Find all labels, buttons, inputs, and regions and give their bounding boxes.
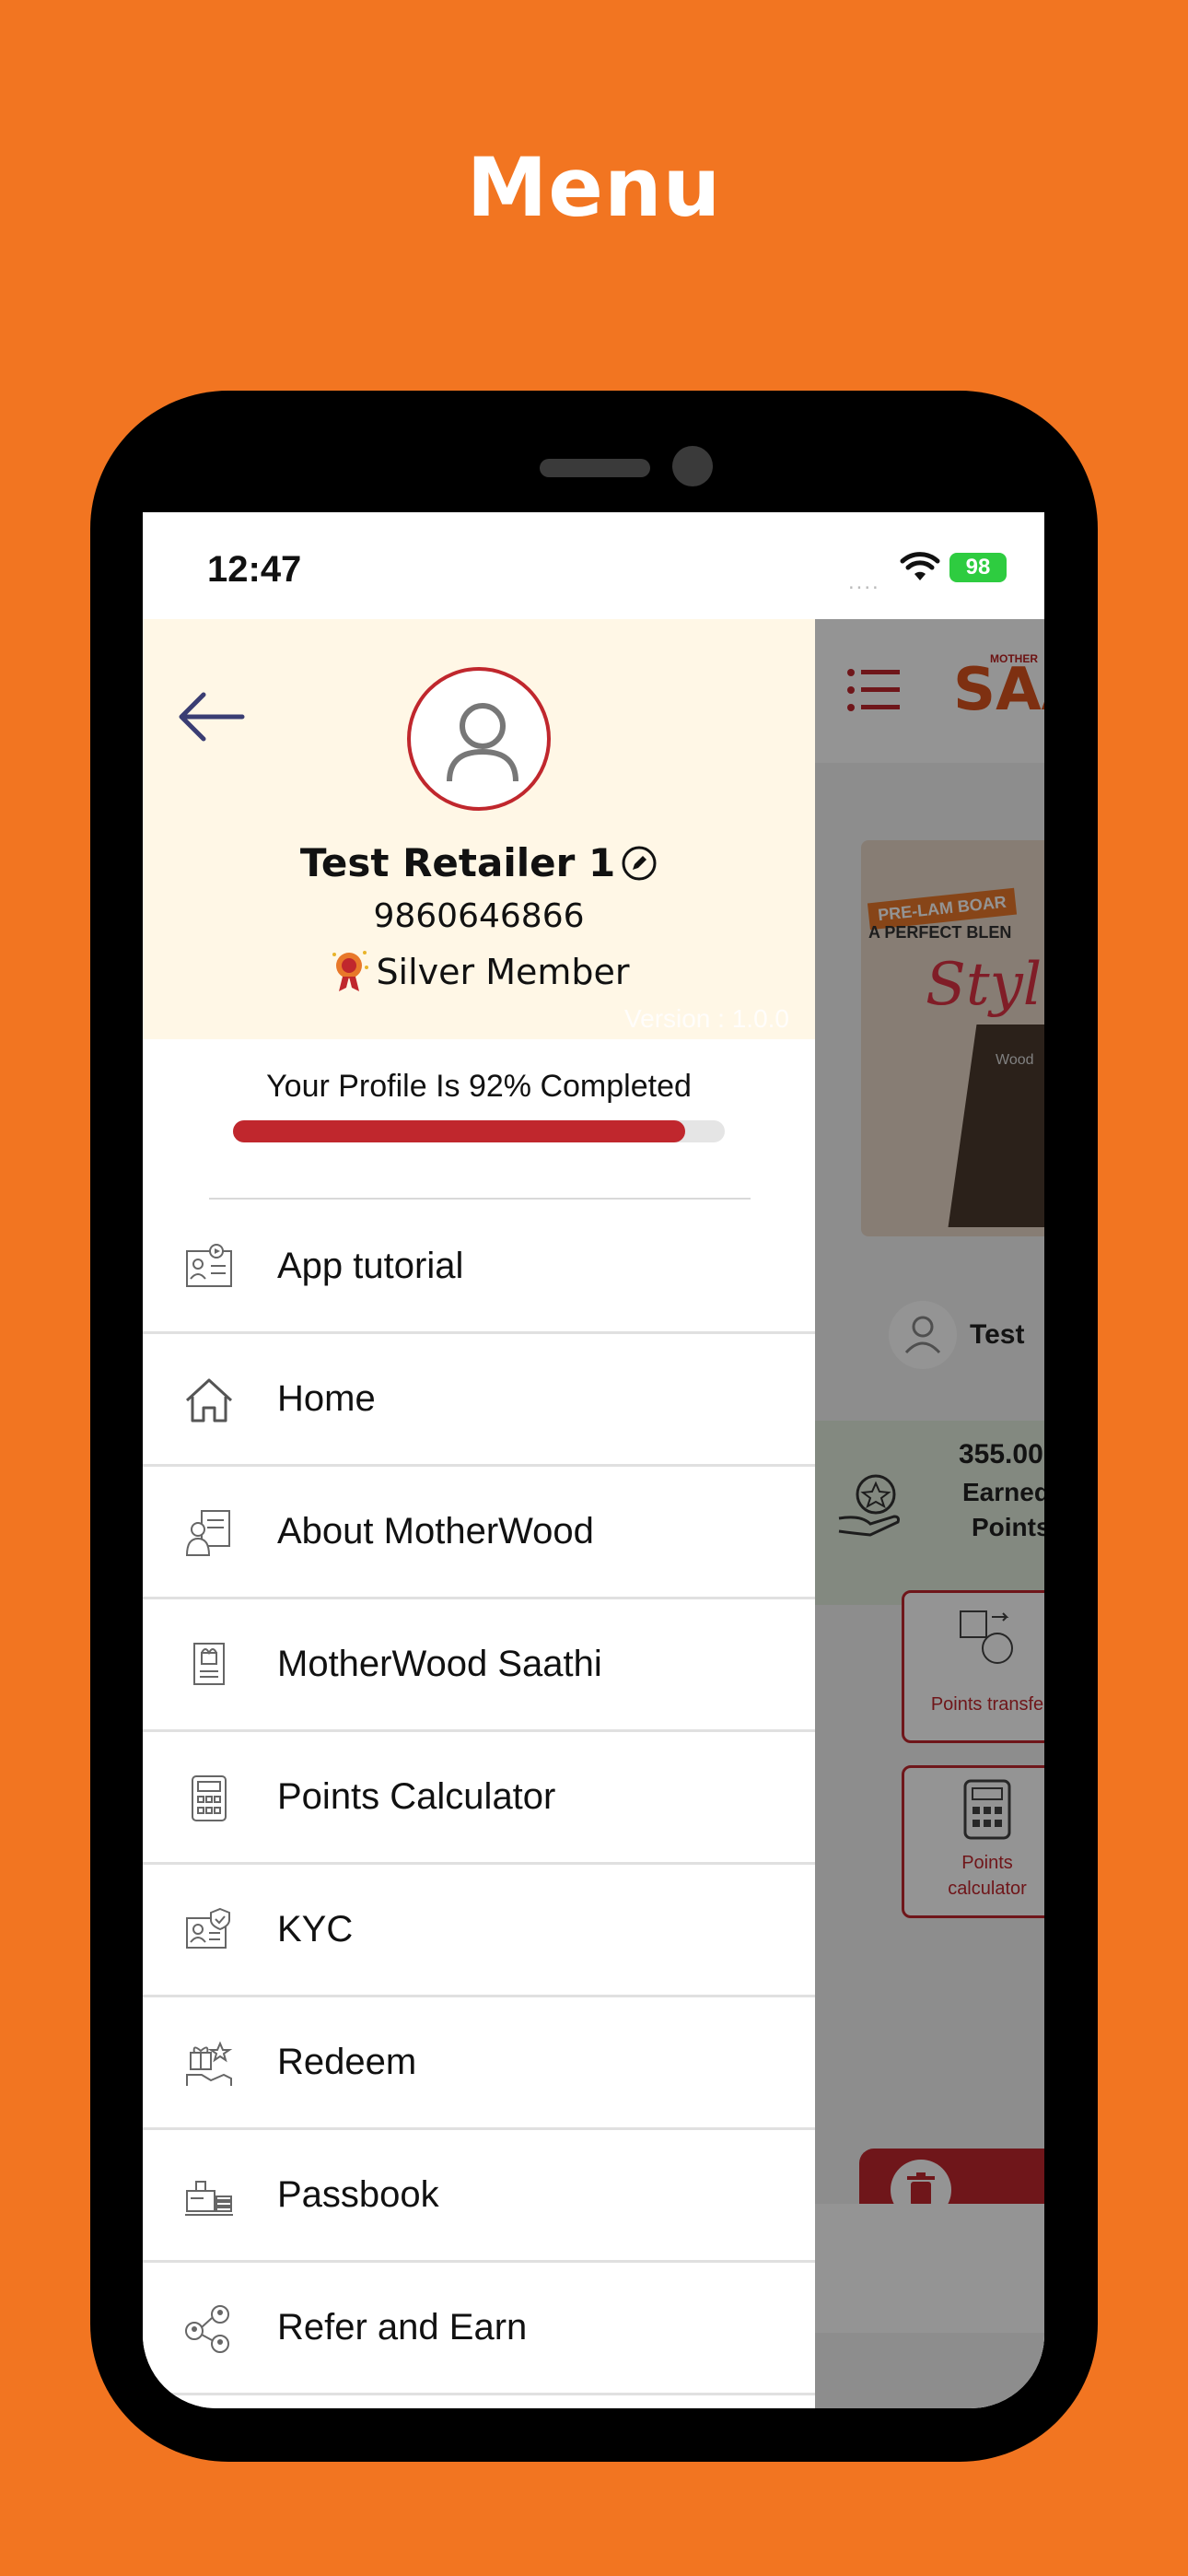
- signal-dots-icon: ....: [848, 569, 880, 594]
- video-tutorial-icon: [186, 1244, 232, 1287]
- profile-panel: Test Retailer 1 9860646866 Silver Member…: [143, 619, 815, 1039]
- home-icon: [185, 1378, 233, 1423]
- kyc-icon: [186, 1907, 230, 1949]
- user-name-row: Test Retailer 1: [143, 840, 815, 885]
- membership-row: Silver Member: [143, 947, 815, 993]
- menu-item-label: KYC: [277, 1909, 354, 1950]
- avatar[interactable]: [407, 667, 551, 811]
- phone-screen: 12:47 .... 98 MOTHER SAA PRE-LAM BOAR A …: [143, 512, 1044, 2408]
- user-name: Test Retailer 1: [299, 840, 616, 885]
- menu-item-label: Redeem: [277, 2042, 417, 2082]
- saathi-icon: [193, 1643, 225, 1685]
- menu-item-app-tutorial[interactable]: App tutorial: [143, 1201, 815, 1334]
- menu-item-passbook[interactable]: Passbook: [143, 2130, 815, 2263]
- calculator-icon: [192, 1775, 227, 1821]
- user-icon: [447, 703, 518, 782]
- menu-item-kyc[interactable]: KYC: [143, 1865, 815, 1997]
- passbook-icon: [185, 2181, 233, 2216]
- menu-item-label: About MotherWood: [277, 1511, 594, 1551]
- app-version: Version : 1.0.0: [623, 1004, 789, 1033]
- menu-item-points-calculator[interactable]: Points Calculator: [143, 1732, 815, 1865]
- profile-progress-bar: [233, 1120, 725, 1142]
- wifi-icon: [900, 552, 940, 580]
- menu-item-redeem[interactable]: Redeem: [143, 1997, 815, 2130]
- background-app: MOTHER SAA PRE-LAM BOAR A PERFECT BLEN S…: [815, 619, 1044, 2408]
- user-phone: 9860646866: [373, 897, 585, 935]
- medal-icon: [332, 951, 369, 991]
- menu-item-about[interactable]: About MotherWood: [143, 1467, 815, 1599]
- menu-item-home[interactable]: Home: [143, 1334, 815, 1467]
- about-icon: [185, 1510, 230, 1556]
- menu-item-label: Passbook: [277, 2174, 439, 2215]
- menu-item-label: Points Calculator: [277, 1776, 556, 1817]
- profile-progress-fill: [233, 1120, 686, 1142]
- menu-item-motherwood-saathi[interactable]: MotherWood Saathi: [143, 1599, 815, 1732]
- drawer-overlay[interactable]: [815, 619, 1044, 2408]
- page-title: Menu: [466, 140, 722, 235]
- status-time: 12:47: [207, 549, 302, 590]
- edit-pencil-icon[interactable]: [621, 845, 658, 882]
- menu-item-refer-and-earn[interactable]: Refer and Earn: [143, 2263, 815, 2395]
- menu-item-label: MotherWood Saathi: [277, 1644, 602, 1684]
- divider: [209, 1198, 751, 1200]
- back-arrow-icon[interactable]: [176, 689, 246, 744]
- side-drawer: Test Retailer 1 9860646866 Silver Member…: [143, 619, 815, 2408]
- battery-icon: 98: [949, 553, 1007, 582]
- menu-item-label: Refer and Earn: [277, 2307, 528, 2348]
- membership-label: Silver Member: [376, 952, 630, 992]
- phone-speaker: [540, 459, 650, 477]
- refer-icon: [185, 2305, 229, 2353]
- profile-completion-text: Your Profile Is 92% Completed: [266, 1069, 692, 1104]
- redeem-icon: [186, 2041, 233, 2086]
- menu-item-label: Home: [277, 1378, 376, 1419]
- status-bar: 12:47 .... 98: [143, 512, 1044, 619]
- menu-item-label: App tutorial: [277, 1246, 464, 1286]
- phone-camera: [672, 446, 713, 486]
